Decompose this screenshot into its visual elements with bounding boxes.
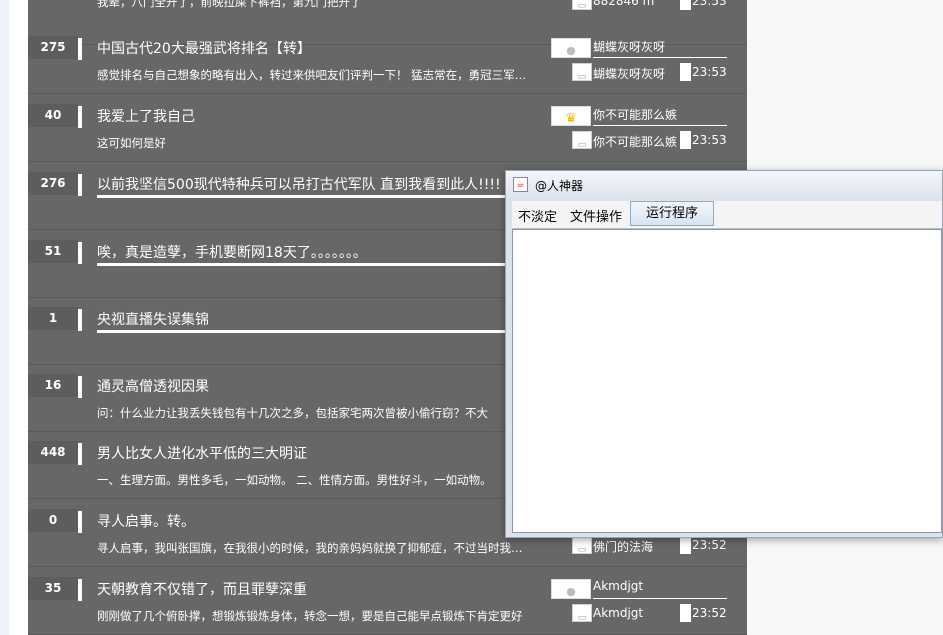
- time-marker: [680, 131, 691, 149]
- author-name[interactable]: 蝴蝶灰呀灰呀: [593, 38, 665, 55]
- reply-count: 40: [28, 104, 78, 127]
- thread-title[interactable]: 通灵高僧透视因果: [97, 376, 209, 396]
- menu-item-run-program[interactable]: 运行程序: [630, 201, 714, 226]
- last-replier-name[interactable]: 你不可能那么嫉: [593, 133, 677, 150]
- thread-abstract: 寻人启事，我叫张国旗，在我很小的时候，我的亲妈妈就换了抑郁症，不过当时我…: [97, 541, 523, 555]
- reply-time: 23:52: [692, 606, 727, 620]
- thread-abstract: 刚刚做了几个俯卧撑，想锻炼锻炼身体，转念一想，要是自己能早点锻炼下肯定更好: [97, 609, 523, 623]
- time-marker: [680, 63, 691, 81]
- author-underline: [593, 598, 727, 599]
- count-divider: [78, 443, 82, 465]
- reply-count: 16: [28, 374, 78, 397]
- menu-item-budanding[interactable]: 不淡定: [518, 206, 557, 225]
- comment-icon: ▭: [572, 536, 592, 555]
- thread-abstract: 感觉排名与自己想象的略有出入，转过来供吧友们评判一下！ 猛志常在，勇冠三军…: [97, 68, 527, 82]
- thread-title[interactable]: 央视直播失误集锦: [97, 309, 547, 333]
- thread-title[interactable]: 中国古代20大最强武将排名【转】: [97, 38, 311, 58]
- reply-count: 51: [28, 240, 78, 263]
- thread-row[interactable]: 35 天朝教育不仅错了，而且罪孽深重 刚刚做了几个俯卧撑，想锻炼锻炼身体，转念一…: [28, 567, 747, 635]
- time-marker: [680, 0, 691, 10]
- last-replier-name[interactable]: Akmdjgt: [593, 606, 643, 620]
- thread-title[interactable]: 唉，真是造孽，手机要断网18天了。。。。。。。: [97, 242, 547, 266]
- window-title-bar[interactable]: ☕ @人神器: [506, 171, 942, 197]
- author-underline: [593, 57, 727, 58]
- user-avatar-icon: ●: [551, 579, 591, 599]
- count-divider: [78, 376, 82, 398]
- window-content-pane[interactable]: [512, 229, 942, 533]
- window-title: @人神器: [535, 179, 584, 193]
- comment-icon: ▭: [572, 0, 592, 11]
- thread-abstract: 我辈，八门全开了，前晚拉屎下裤裆，第九门把开了: [97, 0, 362, 9]
- user-avatar-icon: ●: [551, 38, 591, 58]
- count-divider: [78, 579, 82, 601]
- menu-bar: 不淡定 文件操作 运行程序: [512, 201, 942, 229]
- java-app-icon: ☕: [513, 177, 528, 192]
- last-replier-name[interactable]: 佛门的法海: [593, 538, 653, 555]
- reply-time: 23:52: [692, 538, 727, 552]
- thread-row[interactable]: 275 中国古代20大最强武将排名【转】 感觉排名与自己想象的略有出入，转过来供…: [28, 26, 747, 94]
- last-replier-name[interactable]: 蝴蝶灰呀灰呀: [593, 65, 665, 82]
- thread-title[interactable]: 男人比女人进化水平低的三大明证: [97, 443, 307, 463]
- thread-title[interactable]: 寻人启事。转。: [97, 511, 195, 531]
- menu-item-file-ops[interactable]: 文件操作: [570, 206, 622, 225]
- reply-count: 276: [28, 172, 78, 195]
- reply-time: 23:53: [692, 0, 727, 8]
- comment-icon: ▭: [572, 604, 592, 623]
- thread-abstract: 这可如何是好: [97, 136, 166, 150]
- reply-count: 35: [28, 577, 78, 600]
- time-marker: [680, 604, 691, 622]
- comment-icon: ▭: [572, 131, 592, 150]
- crown-avatar-icon: ♛: [551, 106, 591, 126]
- count-divider: [78, 106, 82, 128]
- author-underline: [593, 125, 727, 126]
- page-left-margin: [0, 0, 9, 635]
- count-divider: [78, 309, 82, 331]
- last-replier-name[interactable]: 882846 m: [593, 0, 654, 8]
- time-marker: [680, 536, 691, 554]
- author-name[interactable]: 你不可能那么嫉: [593, 106, 677, 123]
- thread-title[interactable]: 天朝教育不仅错了，而且罪孽深重: [97, 579, 307, 599]
- thread-abstract: 一、生理方面。男性多毛，一如动物。 二、性情方面。男性好斗，一如动物。: [97, 473, 492, 487]
- reply-count: 1: [28, 307, 78, 330]
- count-divider: [78, 174, 82, 196]
- count-divider: [78, 242, 82, 264]
- reply-time: 23:53: [692, 65, 727, 79]
- reply-count: 448: [28, 441, 78, 464]
- thread-row[interactable]: 40 我爱上了我自己 这可如何是好 ♛ 你不可能那么嫉 ▭ 你不可能那么嫉 23…: [28, 94, 747, 162]
- count-divider: [78, 38, 82, 60]
- reply-count: 0: [28, 509, 78, 532]
- thread-abstract: 问：什么业力让我丢失钱包有十几次之多，包括家宅两次曾被小偷行窃？不大: [97, 406, 488, 420]
- reply-count: 275: [28, 36, 78, 59]
- author-name[interactable]: Akmdjgt: [593, 579, 643, 593]
- thread-title[interactable]: 我爱上了我自己: [97, 106, 195, 126]
- count-divider: [78, 511, 82, 533]
- app-window[interactable]: ☕ @人神器 不淡定 文件操作 运行程序: [505, 170, 943, 538]
- thread-title[interactable]: 以前我坚信500现代特种兵可以吊打古代军队 直到我看到此人!!!!: [97, 174, 547, 198]
- comment-icon: ▭: [572, 63, 592, 82]
- reply-time: 23:53: [692, 133, 727, 147]
